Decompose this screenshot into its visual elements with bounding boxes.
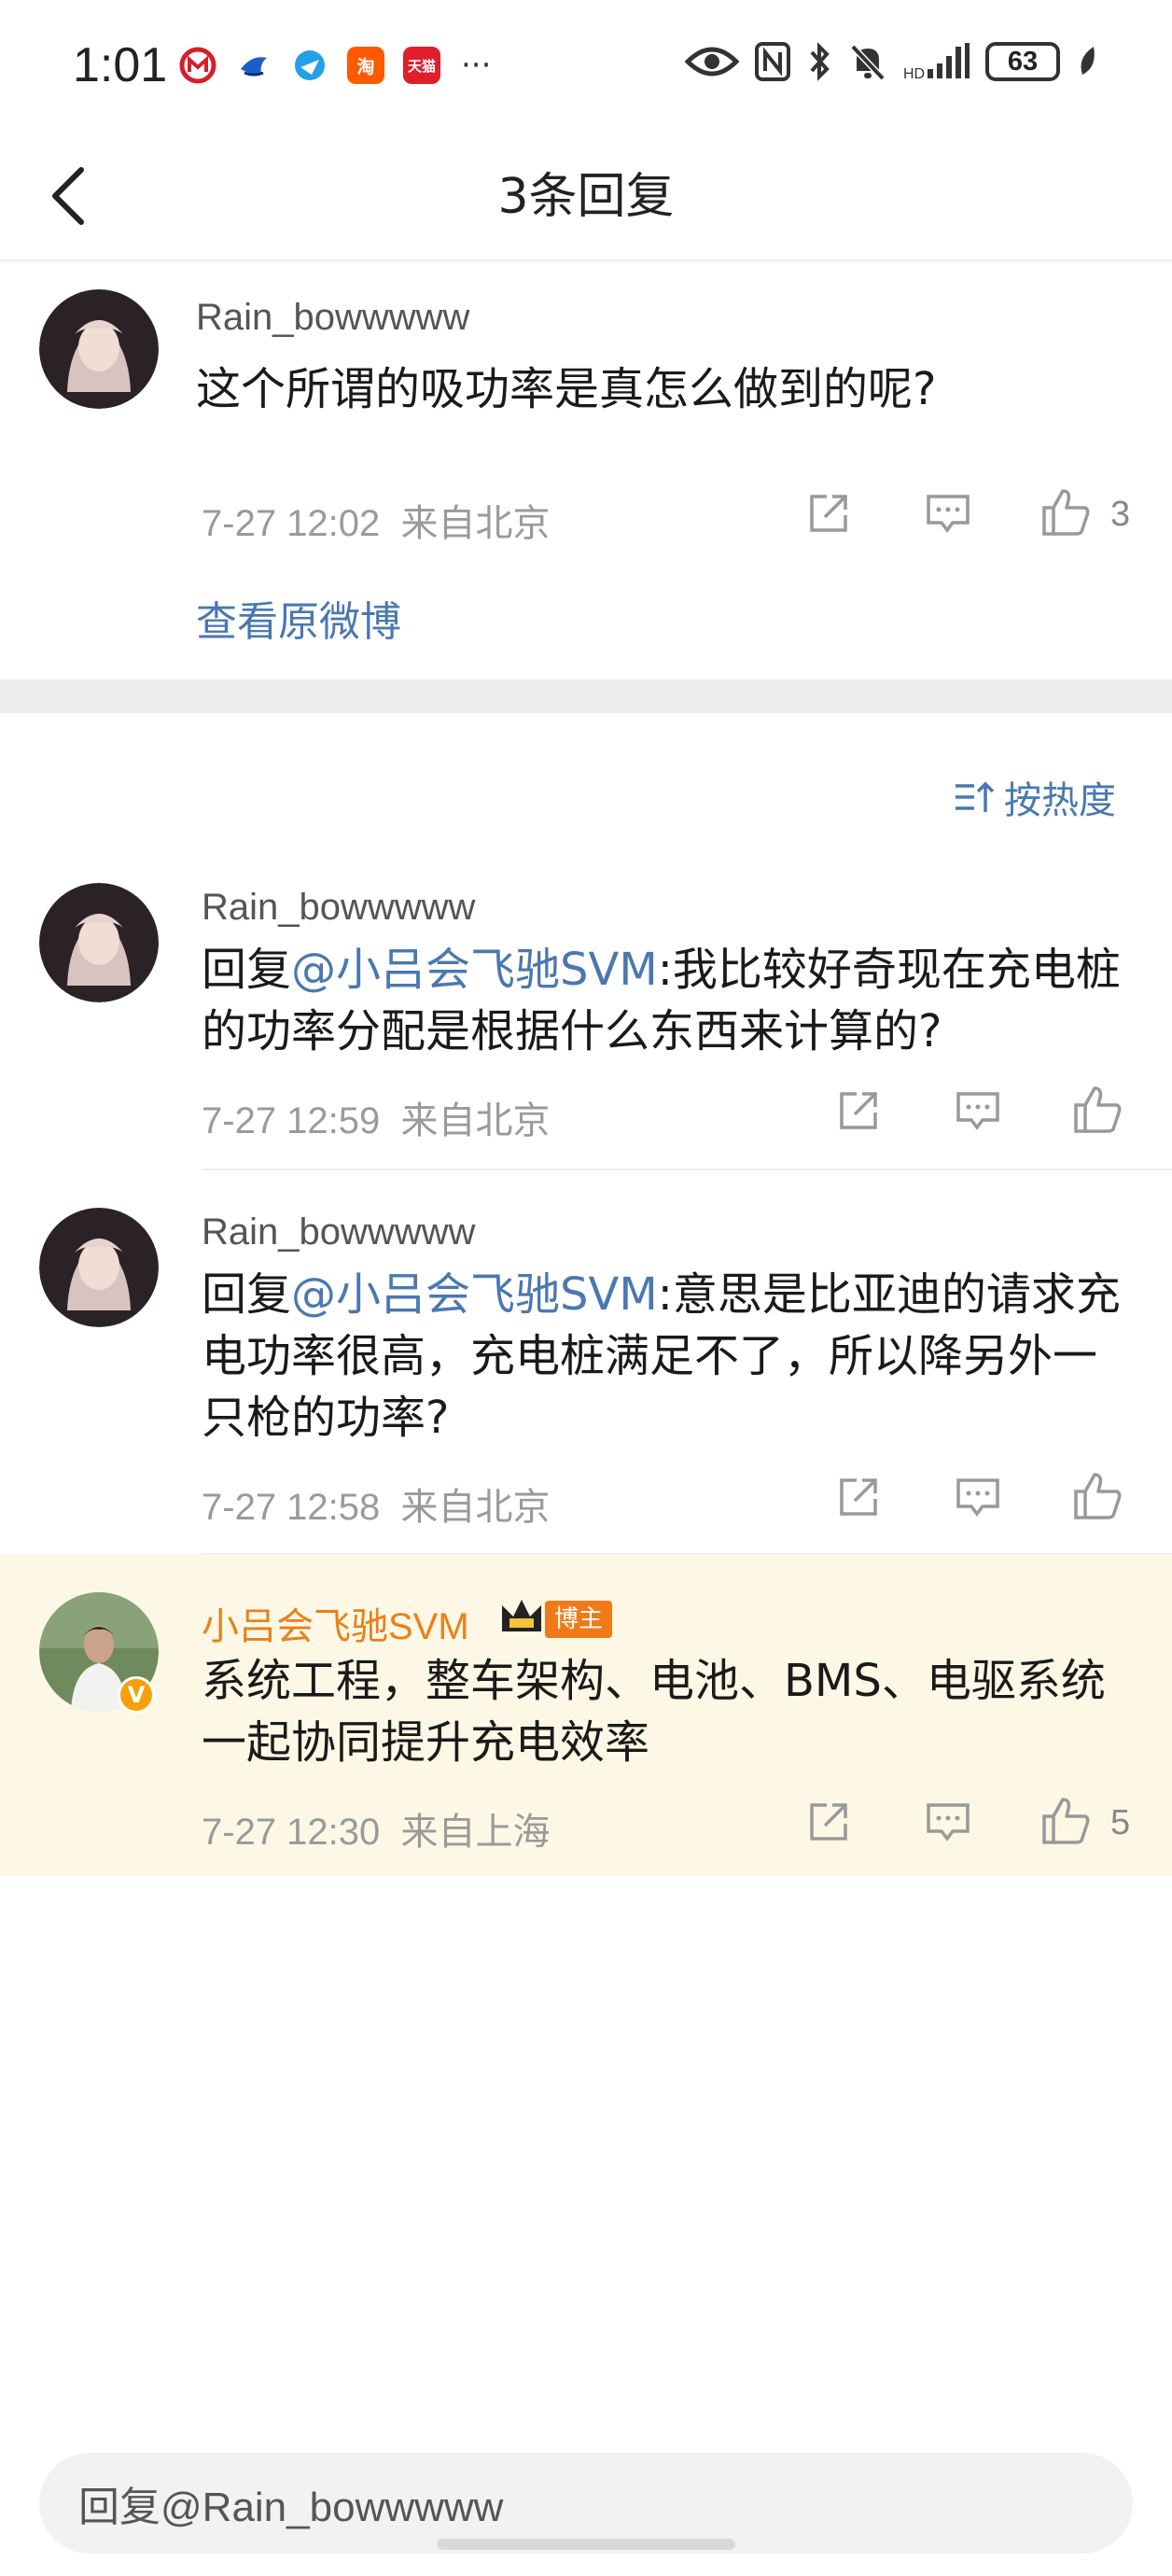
browser-icon [291,47,328,84]
mention-link[interactable]: @小吕会飞驰SVM [291,1268,658,1321]
like-button[interactable] [1071,1467,1125,1523]
sort-label: 按热度 [1004,779,1116,822]
reply-username[interactable]: Rain_bowwwww [202,1211,475,1253]
share-icon [840,1478,877,1516]
comment-username[interactable]: Rain_bowwwww [196,297,469,339]
leaf-icon [1081,47,1095,75]
like-button[interactable] [1071,1081,1125,1137]
reply-text: 回复@小吕会飞驰SVM:意思是比亚迪的请求充电功率很高，充电桩满足不了，所以降另… [202,1264,1135,1449]
share-icon [810,495,847,532]
share-button[interactable] [802,1796,855,1848]
comment-text: 这个所谓的吸功率是真怎么做到的呢? [196,363,937,415]
reply-meta: 7-27 12:59 来自北京 [202,1090,551,1144]
blogger-badge: 博主 [545,1601,613,1638]
mute-bell-icon [850,44,886,81]
reply-prefix: 回复 [202,944,292,996]
reply-location: 来自北京 [400,1100,551,1141]
battery-indicator: 63 [985,42,1060,81]
eye-icon [685,47,739,77]
china-merchants-bank-icon [179,47,216,84]
status-time: 1:01 [73,38,168,92]
reply-location: 来自北京 [400,1487,551,1528]
reply-meta: 7-27 12:58 来自北京 [202,1477,551,1531]
comment-button[interactable] [952,1471,1004,1523]
like-button[interactable] [1039,483,1094,539]
home-indicator[interactable] [437,2539,735,2550]
reply-prefix: 回复 [202,1268,292,1321]
comment-icon [956,1478,999,1517]
notification-icons: 淘 天猫 ··· [179,47,491,84]
sort-by-popularity-button[interactable]: 按热度 [954,770,1116,824]
comment-location: 来自北京 [400,503,551,544]
comment-button[interactable] [922,1796,974,1848]
more-notifications-icon: ··· [461,47,492,84]
system-icons: HD 63 [685,41,1099,82]
nfc-icon [755,42,790,81]
comment-button[interactable] [952,1085,1004,1137]
reply-time: 7-27 12:58 [202,1487,381,1528]
thumbs-up-icon [1074,1473,1122,1519]
thumbs-up-icon [1042,489,1090,536]
avatar[interactable] [39,883,159,1002]
reply-location: 来自上海 [400,1812,551,1853]
like-count: 3 [1110,495,1131,534]
section-divider [0,679,1172,713]
reply-time: 7-27 12:59 [202,1100,381,1141]
avatar[interactable] [39,1208,159,1327]
comment-button[interactable] [922,487,974,539]
reply-separator [202,1169,1172,1170]
nav-header: 3条回复 [0,131,1172,261]
bluetooth-icon [810,42,830,81]
view-original-post-link[interactable]: 查看原微博 [196,588,401,648]
reply-username[interactable]: Rain_bowwwww [202,887,475,929]
comment-icon [956,1092,999,1130]
comment-meta: 7-27 12:02 来自北京 [202,493,551,547]
taobao-icon: 淘 [347,47,384,84]
reply-text: 回复@小吕会飞驰SVM:我比较好奇现在充电桩的功率分配是根据什么东西来计算的? [202,939,1135,1062]
comment-icon [927,1803,970,1841]
reply-input-placeholder: 回复@Rain_bowwwww [78,2485,504,2530]
like-count: 5 [1110,1803,1131,1842]
svg-text:HD: HD [903,66,925,82]
blue-bird-app-icon [235,47,272,84]
reply-meta: 7-27 12:30 来自上海 [202,1801,551,1855]
page-title: 3条回复 [497,169,675,225]
like-button[interactable] [1039,1792,1094,1848]
share-button[interactable] [832,1085,885,1137]
comment-time: 7-27 12:02 [202,503,381,544]
avatar[interactable] [39,289,159,409]
comment-icon [927,495,970,533]
share-icon [810,1803,847,1841]
reply-text: 系统工程，整车架构、电池、BMS、电驱系统一起协同提升充电效率 [202,1655,1106,1769]
author-username[interactable]: 小吕会飞驰SVM [202,1596,469,1650]
tmall-icon: 天猫 [403,47,440,84]
sort-icon [956,781,995,812]
status-bar: 1:01 淘 天猫 ··· HD 63 [0,0,1172,131]
reply-time: 7-27 12:30 [202,1812,381,1853]
verified-badge-icon: V [118,1676,155,1714]
share-icon [840,1092,877,1129]
thumbs-up-icon [1042,1798,1090,1844]
crown-icon [502,1600,541,1631]
thumbs-up-icon [1074,1086,1122,1133]
share-button[interactable] [802,487,855,539]
mention-link[interactable]: @小吕会飞驰SVM [291,944,658,996]
signal-icon: HD [903,43,970,82]
share-button[interactable] [832,1471,885,1523]
